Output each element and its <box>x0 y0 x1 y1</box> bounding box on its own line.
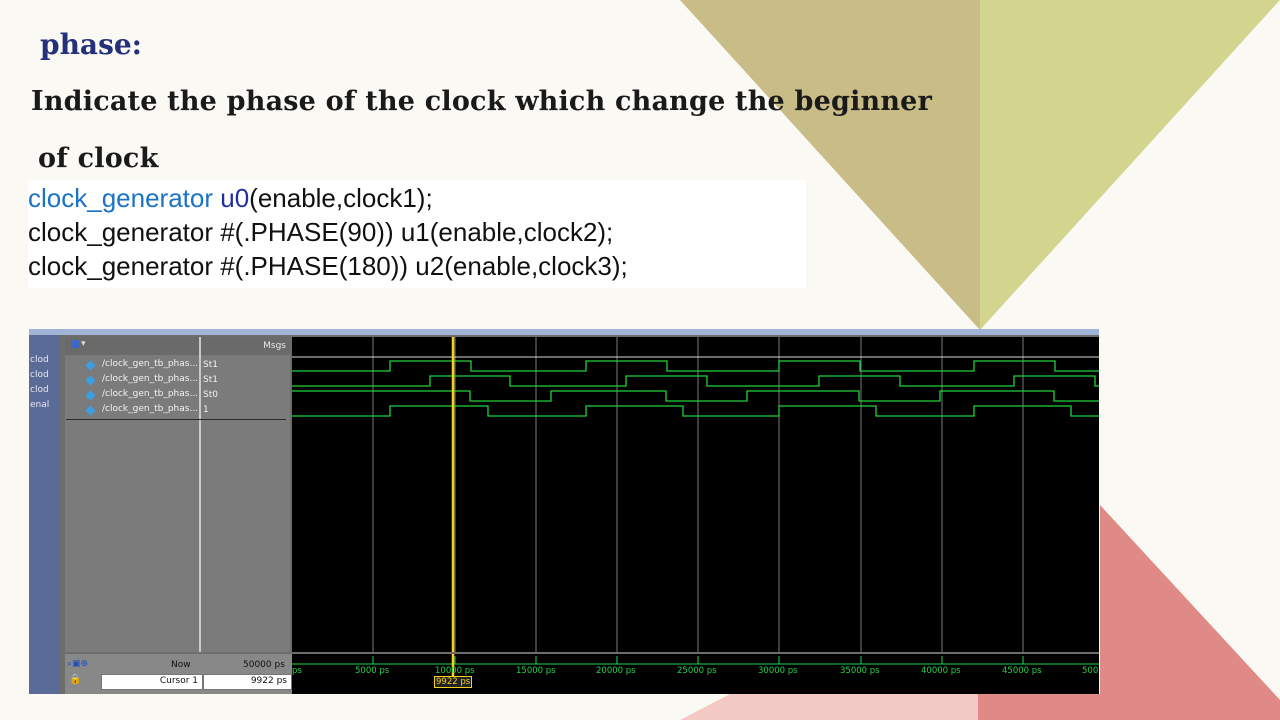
lock-icon[interactable]: 🔒 <box>69 674 81 685</box>
time-tick: 35000 ps <box>840 666 880 676</box>
time-tick: 15000 ps <box>516 666 556 676</box>
msgs-header: Msgs <box>201 337 290 355</box>
left-navigator: clod clod clod enal <box>29 335 60 694</box>
signal-list-end-divider <box>66 419 286 420</box>
now-label: Now <box>171 660 191 670</box>
time-tick: 500 <box>1082 666 1099 676</box>
wave-plot <box>292 337 1099 652</box>
signal-value: 1 <box>203 405 209 415</box>
code-line-2: clock_generator #(.PHASE(90)) u1(enable,… <box>28 217 614 247</box>
wave-toolbar-icon[interactable] <box>71 340 79 348</box>
window-titlebar <box>29 329 1099 335</box>
code-line-1: clock_generator u0(enable,clock1); <box>28 183 433 213</box>
code-line-3: clock_generator #(.PHASE(180)) u2(enable… <box>28 251 628 281</box>
waveform-viewer: clod clod clod enal ▾ Msgs /clock_gen_tb… <box>29 329 1099 694</box>
time-tick: 5000 ps <box>355 666 390 676</box>
cursor-time-marker[interactable]: 9922 ps <box>434 676 473 688</box>
cursor-time-field[interactable]: 9922 ps <box>203 674 292 690</box>
time-tick: 10000 ps <box>435 666 475 676</box>
signal-name[interactable]: /clock_gen_tb_phas... <box>102 359 198 369</box>
time-tick: 20000 ps <box>596 666 636 676</box>
wave-canvas[interactable] <box>292 337 1099 652</box>
signal-name[interactable]: /clock_gen_tb_phas... <box>102 374 198 384</box>
time-tick: 25000 ps <box>677 666 717 676</box>
slide-subtitle-line1: Indicate the phase of the clock which ch… <box>31 86 932 117</box>
cursor-name-field[interactable]: Cursor 1 <box>101 674 203 690</box>
chevron-down-icon[interactable]: ▾ <box>81 339 86 349</box>
signal-value: St1 <box>203 375 218 385</box>
nav-item[interactable]: clod <box>30 355 49 365</box>
time-tick: 40000 ps <box>921 666 961 676</box>
signal-name[interactable]: /clock_gen_tb_phas... <box>102 389 198 399</box>
slide-subtitle-line2: of clock <box>38 143 159 174</box>
code-snippet: clock_generator u0(enable,clock1); clock… <box>28 180 806 288</box>
now-value: 50000 ps <box>243 660 285 670</box>
time-tick: ps <box>292 666 302 676</box>
signal-header: ▾ <box>65 337 199 355</box>
slide-title: phase: <box>40 28 142 61</box>
nav-item[interactable]: clod <box>30 370 49 380</box>
time-tick: 45000 ps <box>1002 666 1042 676</box>
time-axis: ps 5000 ps 10000 ps 15000 ps 20000 ps 25… <box>292 654 1099 694</box>
zoom-icons[interactable]: ⌕▣⊕ <box>67 659 88 669</box>
nav-item[interactable]: enal <box>30 400 49 410</box>
time-tick: 30000 ps <box>758 666 798 676</box>
signal-name-pane <box>65 337 201 652</box>
signal-value: St0 <box>203 390 218 400</box>
nav-item[interactable]: clod <box>30 385 49 395</box>
signal-value: St1 <box>203 360 218 370</box>
signal-name[interactable]: /clock_gen_tb_phas... <box>102 404 198 414</box>
